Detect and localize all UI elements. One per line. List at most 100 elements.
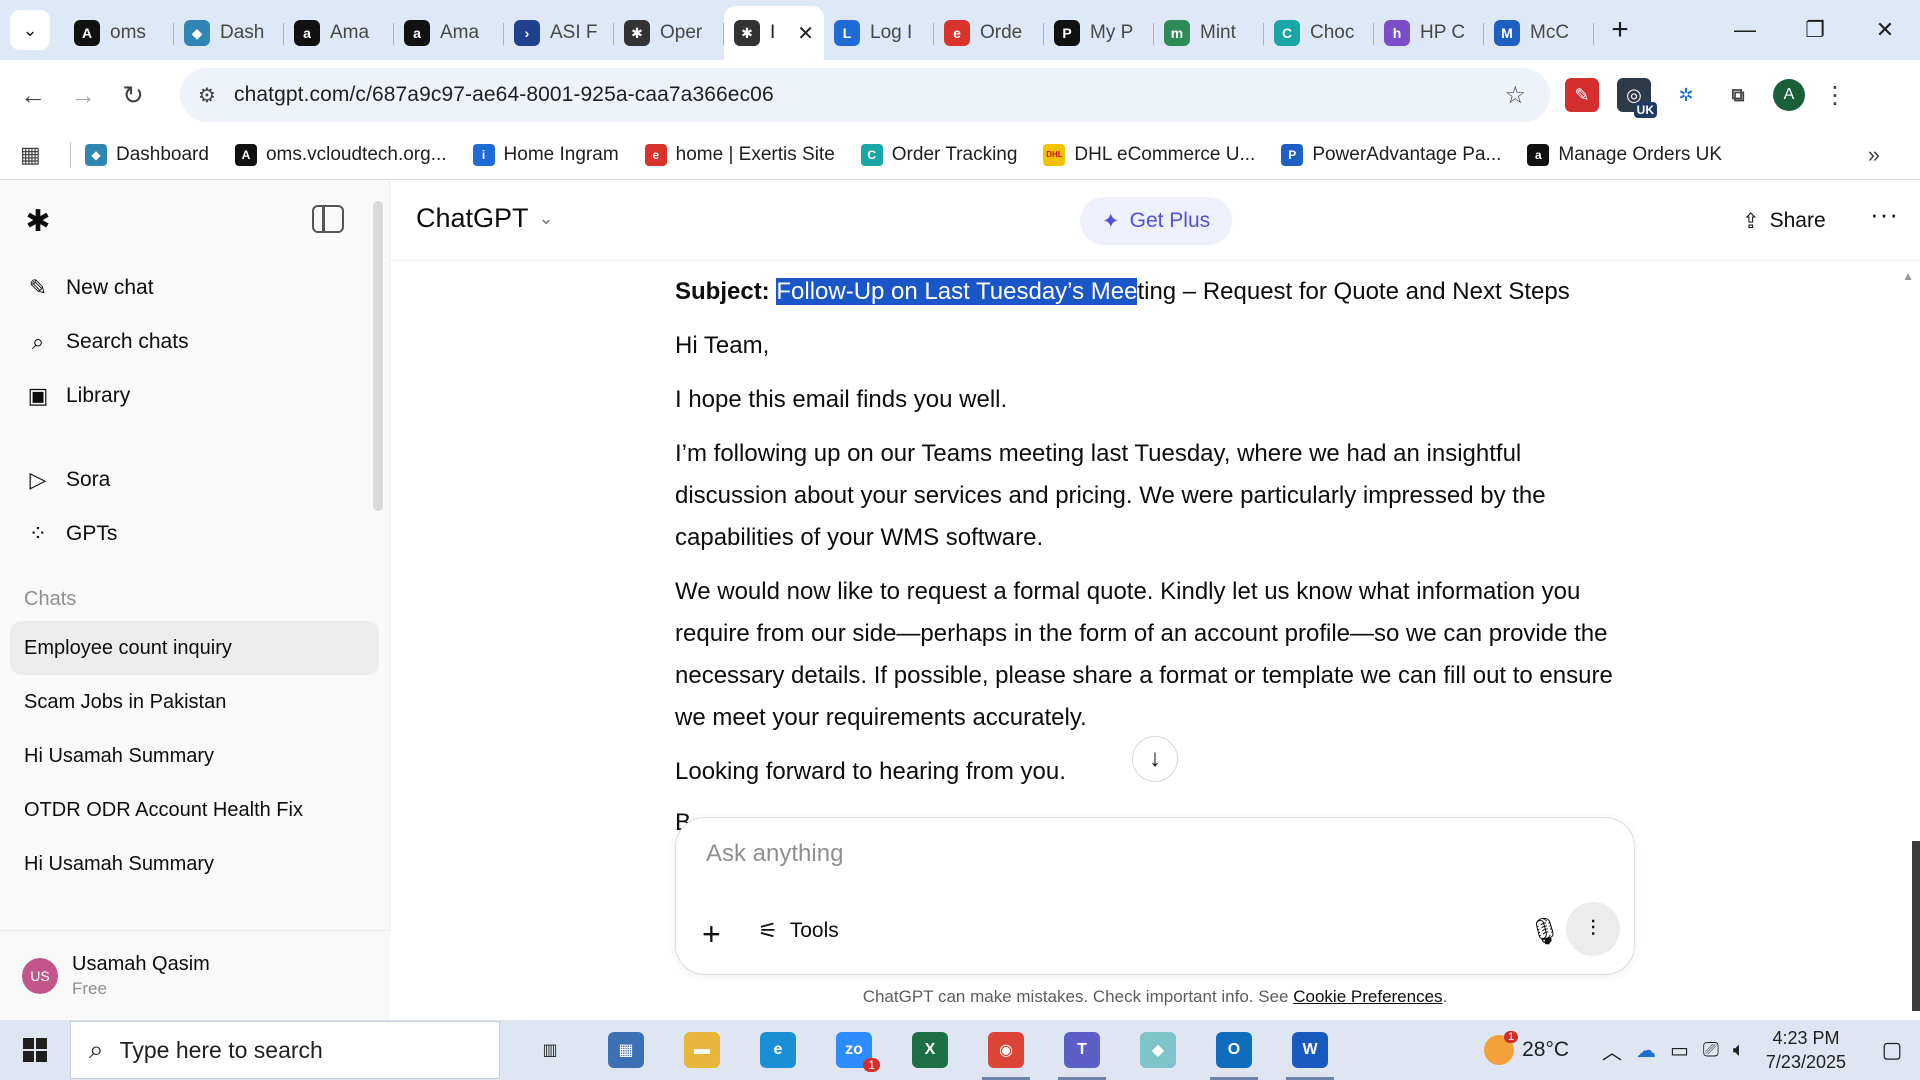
sidebar-scrollbar[interactable] xyxy=(373,201,383,511)
taskbar-search-input[interactable] xyxy=(119,1036,460,1064)
taskbar-app-edge[interactable]: e xyxy=(740,1020,816,1080)
apps-grid-icon[interactable]: ▦ xyxy=(20,142,60,168)
tools-button[interactable]: ⚟ Tools xyxy=(758,918,839,944)
attach-plus-button[interactable]: + xyxy=(702,916,721,953)
browser-tab[interactable]: P My P xyxy=(1044,11,1154,55)
user-profile[interactable]: US Usamah Qasim Free xyxy=(0,930,390,1020)
notification-badge: 1 xyxy=(863,1058,880,1072)
close-window-button[interactable]: ✕ xyxy=(1850,0,1920,60)
back-button[interactable]: ← xyxy=(8,70,58,120)
chat-history-item[interactable]: Hi Usamah Summary xyxy=(10,729,379,783)
new-tab-button[interactable]: + xyxy=(1600,10,1640,50)
browser-tab[interactable]: C Choc xyxy=(1264,11,1374,55)
browser-tab[interactable]: m Mint xyxy=(1154,11,1264,55)
prompt-input[interactable] xyxy=(706,840,1566,868)
url-text[interactable]: chatgpt.com/c/687a9c97-ae64-8001-925a-ca… xyxy=(234,83,774,107)
selected-text[interactable]: Follow-Up on Last Tuesday’s Mee xyxy=(776,278,1138,305)
taskbar-search[interactable]: ⌕ xyxy=(70,1021,500,1079)
uk-extension-icon[interactable]: ◎ UK xyxy=(1617,78,1657,118)
share-button[interactable]: ⇪ Share xyxy=(1742,201,1826,241)
start-button[interactable] xyxy=(0,1020,70,1080)
network-icon[interactable]: ⎚ xyxy=(1703,1039,1719,1062)
address-bar[interactable]: ⚙ chatgpt.com/c/687a9c97-ae64-8001-925a-… xyxy=(180,68,1550,122)
taskbar-app-word[interactable]: W xyxy=(1272,1020,1348,1080)
browser-tab[interactable]: M McC xyxy=(1484,11,1594,55)
bookmark-item[interactable]: a Manage Orders UK xyxy=(1527,143,1722,166)
browser-menu-icon[interactable]: ⋮ xyxy=(1823,81,1847,110)
bookmark-star-icon[interactable]: ☆ xyxy=(1504,81,1526,110)
clock[interactable]: 4:23 PM 7/23/2025 xyxy=(1766,1026,1846,1074)
forward-button[interactable]: → xyxy=(58,70,108,120)
taskbar-app-file-explorer[interactable]: ▬ xyxy=(664,1020,740,1080)
chevron-down-icon: ⌄ xyxy=(538,208,554,228)
bookmark-item[interactable]: Aoms.vcloudtech.org... xyxy=(234,143,447,166)
chat-history-item[interactable]: Hi Usamah Summary xyxy=(10,837,379,891)
taskbar-app-chrome[interactable]: ◉ xyxy=(968,1020,1044,1080)
main-scrollbar[interactable] xyxy=(1912,841,1920,1011)
reload-button[interactable]: ↻ xyxy=(108,70,158,120)
openai-logo-icon[interactable]: ✱ xyxy=(20,203,56,239)
battery-icon[interactable]: ▭ xyxy=(1670,1038,1689,1063)
taskbar-app-excel[interactable]: X xyxy=(892,1020,968,1080)
scroll-to-bottom-button[interactable]: ↓ xyxy=(1132,736,1178,782)
taskbar-app-teams[interactable]: T xyxy=(1044,1020,1120,1080)
sidebar-item-gpts[interactable]: ⁘ GPTs xyxy=(0,507,389,561)
volume-icon[interactable]: 🔈︎ xyxy=(1733,1039,1745,1062)
extensions-area: ✎ ◎ UK ✲ ⧉ A ⋮ xyxy=(1565,68,1847,122)
browser-tab[interactable]: a Ama xyxy=(284,11,394,55)
browser-tab[interactable]: ✱ I ✕ xyxy=(724,6,824,60)
notifications-icon[interactable]: ▢ xyxy=(1864,1020,1920,1080)
taskbar-app-task-view[interactable]: ▥ xyxy=(512,1020,588,1080)
onedrive-icon[interactable]: ☁ xyxy=(1636,1038,1656,1063)
sidebar-item-search-chats[interactable]: ⌕ Search chats xyxy=(0,315,389,369)
taskbar-app-calculator[interactable]: ▦ xyxy=(588,1020,664,1080)
bookmark-item[interactable]: DHL DHL eCommerce U... xyxy=(1043,143,1255,166)
gear-extension-icon[interactable]: ✲ xyxy=(1669,78,1703,112)
tab-close-icon[interactable]: ✕ xyxy=(797,21,814,46)
bookmarks-overflow-icon[interactable]: » xyxy=(1868,142,1880,168)
sidebar-item-sora[interactable]: ▷ Sora xyxy=(0,453,389,507)
pdf-extension-icon[interactable]: ✎ xyxy=(1565,78,1599,112)
sidebar-toggle-icon[interactable] xyxy=(312,205,344,233)
browser-tab[interactable]: › ASI F xyxy=(504,11,614,55)
profile-avatar[interactable]: A xyxy=(1773,79,1805,111)
microphone-icon[interactable]: 🎙︎ xyxy=(1528,916,1561,947)
restore-button[interactable]: ❐ xyxy=(1780,0,1850,60)
taskbar-app-app-diamond[interactable]: ◆ xyxy=(1120,1020,1196,1080)
more-options-icon[interactable]: ··· xyxy=(1870,199,1899,230)
bookmark-favicon-icon: ◆ xyxy=(85,143,107,166)
chat-history-item[interactable]: OTDR ODR Account Health Fix xyxy=(10,783,379,837)
tab-title: Ama xyxy=(330,22,370,43)
model-selector[interactable]: ChatGPT ⌄ xyxy=(416,203,554,234)
browser-tab[interactable]: L Log I xyxy=(824,11,934,55)
cookie-preferences-link[interactable]: Cookie Preferences xyxy=(1293,987,1442,1006)
browser-tab[interactable]: ◆ Dash xyxy=(174,11,284,55)
site-info-icon[interactable]: ⚙ xyxy=(180,83,234,108)
sidebar-item-library[interactable]: ▣ Library xyxy=(0,369,389,423)
bookmark-item[interactable]: C Order Tracking xyxy=(860,143,1017,166)
chat-history-item[interactable]: Employee count inquiry xyxy=(10,621,379,675)
chat-history-item[interactable]: Scam Jobs in Pakistan xyxy=(10,675,379,729)
tab-search-button[interactable]: ⌄ xyxy=(10,10,50,50)
chevron-up-icon[interactable]: ︿ xyxy=(1602,1036,1622,1065)
minimize-button[interactable]: — xyxy=(1710,0,1780,60)
browser-tab[interactable]: ✱ Oper xyxy=(614,11,724,55)
browser-tab[interactable]: a Ama xyxy=(394,11,504,55)
bookmark-item[interactable]: P PowerAdvantage Pa... xyxy=(1281,143,1501,166)
bookmark-item[interactable]: i Home Ingram xyxy=(472,143,619,166)
chat-header: ChatGPT ⌄ ✦ Get Plus ⇪ Share ··· xyxy=(390,181,1920,261)
weather-widget[interactable]: 1 28°C xyxy=(1484,1031,1569,1065)
browser-tab[interactable]: e Orde xyxy=(934,11,1044,55)
bookmark-item[interactable]: ◆ Dashboard xyxy=(85,143,209,166)
windows-taskbar: ⌕ ▥ ▦ ▬ e zo1 X ◉ T ◆ O W 1 28°C ︿ ☁ ▭ ⎚ 🔈︎ 4:23 P… xyxy=(0,1020,1920,1080)
bookmark-item[interactable]: e home | Exertis Site xyxy=(644,143,835,166)
get-plus-button[interactable]: ✦ Get Plus xyxy=(1080,197,1233,245)
scroll-up-arrow-icon[interactable]: ▲ xyxy=(1902,269,1914,283)
puzzle-icon[interactable]: ⧉ xyxy=(1721,78,1755,112)
sidebar-item-new-chat[interactable]: ✎ New chat xyxy=(0,261,389,315)
taskbar-app-outlook[interactable]: O xyxy=(1196,1020,1272,1080)
voice-mode-button[interactable]: ⫶ xyxy=(1566,902,1620,956)
taskbar-app-zoom[interactable]: zo 1 xyxy=(816,1020,892,1080)
browser-tab[interactable]: h HP C xyxy=(1374,11,1484,55)
browser-tab[interactable]: Aoms xyxy=(64,11,174,55)
